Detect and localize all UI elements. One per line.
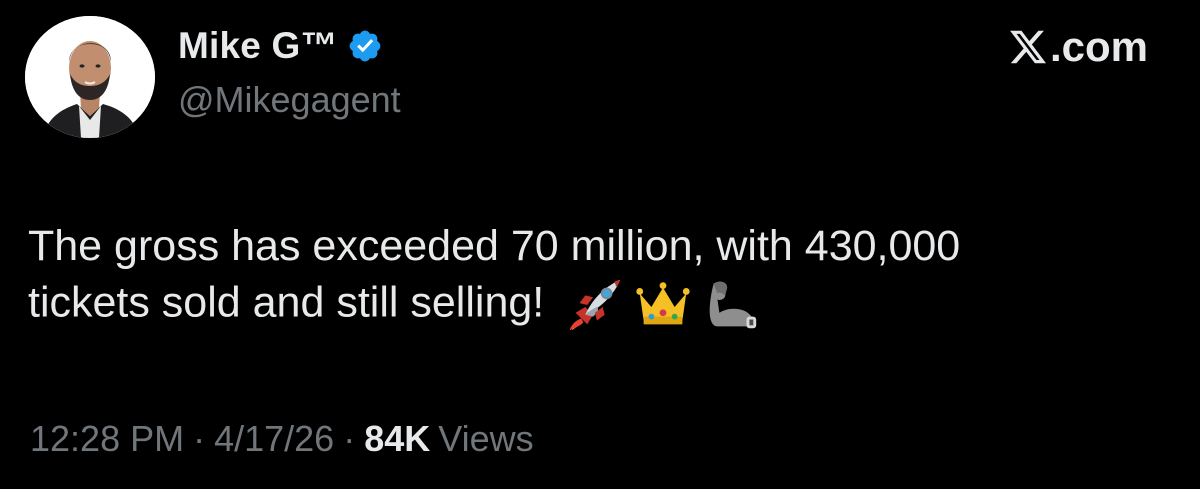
avatar[interactable]: [25, 16, 155, 138]
views-label[interactable]: Views: [438, 418, 533, 460]
flexed-biceps-icon: [700, 274, 762, 336]
tweet-date[interactable]: 4/17/26: [214, 418, 334, 460]
tweet-text-line-2: tickets sold and still selling!: [28, 274, 1168, 336]
x-logo-icon: [1008, 27, 1048, 67]
tweet-time[interactable]: 12:28 PM: [30, 418, 184, 460]
meta-separator: ·: [343, 418, 356, 459]
views-count[interactable]: 84K: [364, 418, 430, 460]
verified-badge-icon: [347, 28, 383, 64]
author-display-name[interactable]: Mike G™: [178, 25, 338, 67]
author-handle[interactable]: @Mikegagent: [178, 79, 401, 121]
tweet-text-line-2-words: tickets sold and still selling!: [28, 278, 545, 327]
crown-icon: [632, 274, 694, 336]
tweet-text-line-1: The gross has exceeded 70 million, with …: [28, 222, 961, 270]
tweet-card: Mike G™ @Mikegagent .com The gross has e…: [0, 0, 1200, 489]
emoji-row: [564, 274, 762, 336]
x-brand: .com: [1008, 23, 1148, 70]
meta-separator: ·: [193, 418, 206, 459]
rocket-icon: [564, 274, 626, 336]
brand-domain-label: .com: [1049, 23, 1148, 70]
author-name-row: Mike G™: [178, 22, 383, 70]
tweet-text: The gross has exceeded 70 million, with …: [28, 218, 1168, 336]
tweet-meta: 12:28 PM · 4/17/26 · 84K Views: [30, 418, 534, 460]
